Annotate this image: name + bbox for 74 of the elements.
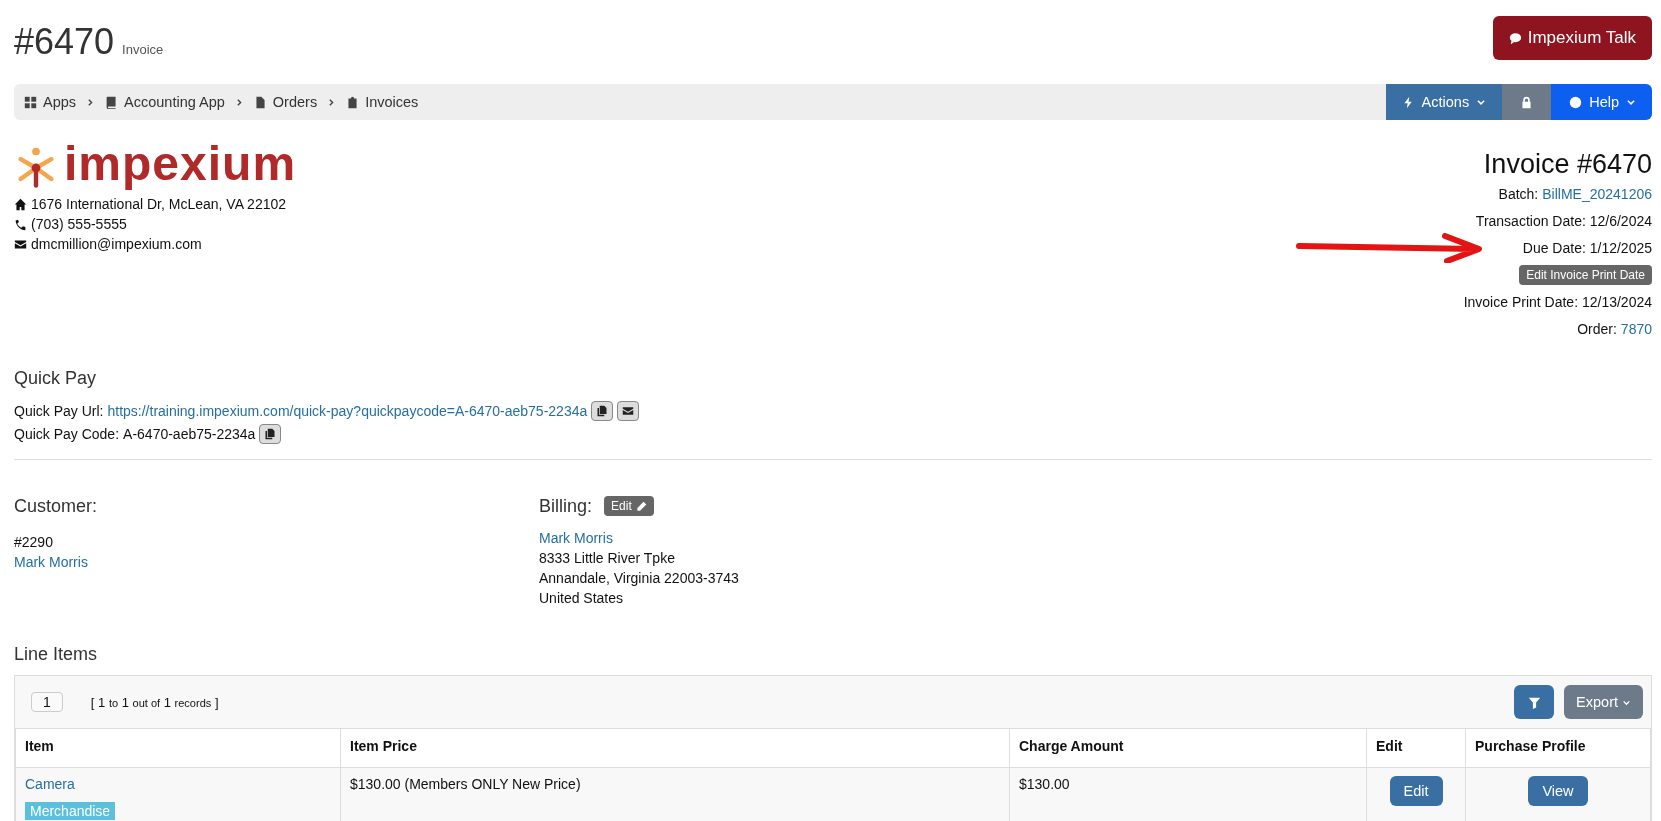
section-heading: Customer:	[14, 496, 99, 516]
billing-address-line: Annandale, Virginia 22003-3743	[539, 569, 740, 588]
field-label: Quick Pay Url:	[14, 402, 104, 419]
quick-pay-code: A-6470-aeb75-2234a	[123, 425, 256, 442]
table-cell: $130.00	[1019, 776, 1070, 792]
pencil-icon	[635, 500, 647, 512]
billing-address-line: 8333 Little River Tpke	[539, 549, 676, 568]
edit-billing-button[interactable]: Edit	[604, 496, 654, 516]
envelope-icon	[14, 237, 27, 251]
customer-number: #2290	[14, 533, 54, 552]
column-header: Purchase Profile	[1465, 728, 1651, 768]
clipboard-icon	[346, 95, 360, 109]
chat-button[interactable]: Impexium Talk	[1492, 16, 1652, 60]
column-header: Item Price	[340, 728, 1010, 768]
phone-number: (703) 555-5555	[31, 216, 127, 232]
copy-icon	[596, 404, 609, 417]
address: 1676 International Dr, McLean, VA 22102	[31, 196, 287, 212]
transaction-date: Transaction Date: 12/6/2024	[1475, 212, 1652, 229]
grid-icon	[24, 95, 37, 109]
table-cell: $130.00 (Members ONLY New Price)	[350, 776, 581, 792]
export-button[interactable]: Export	[1564, 685, 1643, 719]
logo-wordmark: impexium	[64, 140, 297, 188]
file-icon	[253, 95, 267, 109]
caret-icon	[1476, 97, 1487, 107]
breadcrumb-link[interactable]: Apps	[24, 94, 77, 110]
home-icon	[14, 197, 27, 211]
customer-link[interactable]: Mark Morris	[14, 552, 539, 572]
page-subtitle: Invoice	[122, 42, 164, 57]
invoice-title: Invoice #6470	[1483, 148, 1652, 180]
breadcrumb-link[interactable]: Accounting App	[105, 94, 225, 110]
email-button[interactable]	[617, 400, 640, 421]
breadcrumb-link[interactable]: Orders	[253, 94, 318, 110]
record-count: [ 1 to 1 out of 1 records ]	[90, 694, 219, 710]
view-button[interactable]: View	[1528, 776, 1588, 806]
filter-button[interactable]	[1514, 685, 1555, 719]
edit-button[interactable]: Edit	[1389, 776, 1443, 806]
help-button[interactable]: Help	[1551, 84, 1652, 120]
section-heading: Billing:	[539, 496, 593, 516]
actions-button[interactable]: Actions	[1385, 84, 1503, 120]
batch-link[interactable]: BillME_20241206	[1542, 185, 1652, 202]
quick-pay-link[interactable]: https://training.impexium.com/quick-pay?quickpaycode=A-6470-aeb75-2234a	[107, 402, 588, 419]
filter-icon	[1527, 695, 1541, 709]
chevron-icon	[86, 97, 96, 107]
page-title: #6470	[14, 21, 115, 62]
book-icon	[105, 95, 119, 109]
copy-button[interactable]	[259, 423, 282, 444]
envelope-icon	[622, 404, 635, 417]
email-address: dmcmillion@impexium.com	[31, 236, 202, 252]
field-label: Quick Pay Code:	[14, 425, 120, 442]
copy-icon	[264, 427, 277, 440]
copy-button[interactable]	[591, 400, 614, 421]
caret-icon	[1626, 97, 1636, 107]
page-number-field[interactable]: 1	[31, 692, 63, 712]
order-link[interactable]: 7870	[1620, 320, 1652, 337]
chevron-icon	[327, 97, 337, 107]
invoice-print-date: Invoice Print Date: 12/13/2024	[1463, 293, 1652, 310]
edit-print-date-button[interactable]: Edit Invoice Print Date	[1519, 264, 1652, 285]
lock-button[interactable]	[1502, 84, 1552, 120]
due-date: Due Date: 1/12/2025	[1522, 239, 1652, 256]
column-header: Edit	[1366, 728, 1466, 768]
column-header: Charge Amount	[1009, 728, 1367, 768]
section-heading: Quick Pay	[14, 368, 98, 389]
phone-icon	[14, 217, 27, 231]
chat-icon	[1508, 31, 1522, 45]
lock-icon	[1520, 95, 1534, 109]
column-header: Item	[15, 728, 341, 768]
field-label: Batch:	[1498, 185, 1539, 202]
section-heading: Line Items	[14, 644, 99, 665]
breadcrumb-link[interactable]: Invoices	[346, 94, 419, 110]
category-tag: Merchandise	[25, 802, 116, 820]
billing-name-link[interactable]: Mark Morris	[539, 528, 1064, 548]
field-label: Order:	[1577, 320, 1617, 337]
item-link[interactable]: Camera	[25, 776, 331, 792]
billing-address-line: United States	[539, 589, 625, 608]
